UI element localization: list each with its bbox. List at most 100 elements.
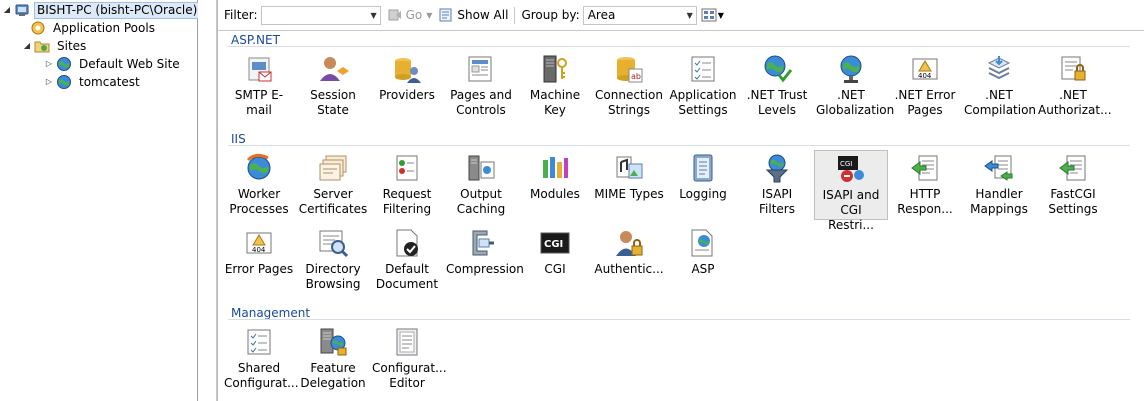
- feature-label: Pages and Controls: [450, 88, 512, 117]
- feature-delegation-icon: [320, 328, 347, 356]
- filter-label: Filter:: [224, 8, 258, 22]
- feature-mime-types[interactable]: MIME Types: [592, 152, 666, 202]
- dropdown-arrow-icon[interactable]: ▼: [718, 11, 724, 20]
- feature-worker-processes[interactable]: Worker Processes: [222, 152, 296, 217]
- feature-net-trust-levels[interactable]: .NET Trust Levels: [740, 53, 814, 118]
- feature-label: Configurat... Editor: [372, 361, 447, 390]
- group-by-value: Area: [587, 8, 616, 22]
- feature-http-response-headers[interactable]: HTTP Respon...: [888, 152, 962, 217]
- feature-error-pages[interactable]: 404 Error Pages: [222, 227, 296, 277]
- group-title-management: Management: [231, 306, 311, 320]
- feature-machine-key[interactable]: Machine Key: [518, 53, 592, 118]
- authentication-icon: [616, 231, 643, 256]
- feature-label: .NET Authorizat...: [1038, 88, 1112, 117]
- feature-label: Providers: [379, 88, 435, 102]
- fastcgi-icon: [1059, 155, 1086, 181]
- feature-net-globalization[interactable]: .NET Globalization: [814, 53, 895, 118]
- feature-label: FastCGI Settings: [1048, 187, 1098, 216]
- tree-node-default-web-site[interactable]: ▷ Default Web Site: [44, 55, 183, 73]
- feature-smtp-email[interactable]: SMTP E-mail: [222, 53, 296, 118]
- modules-icon: [543, 157, 568, 178]
- collapse-arrow-icon[interactable]: ◢: [2, 1, 12, 19]
- filter-toolbar: Filter: ▼ Go ▼ Show All Group by: Area ▼: [218, 0, 1144, 31]
- feature-asp[interactable]: ASP: [666, 227, 740, 277]
- connections-tree: ◢ BISHT-PC (bisht-PC\Oracle) Application…: [0, 0, 201, 401]
- feature-label: Default Document: [375, 262, 439, 291]
- tree-node-app-pools[interactable]: Application Pools: [28, 19, 158, 37]
- feature-pages-and-controls[interactable]: Pages and Controls: [444, 53, 518, 118]
- collapse-arrow-icon[interactable]: ◢: [22, 37, 32, 55]
- group-by-label: Group by:: [521, 8, 580, 22]
- feature-session-state[interactable]: Session State: [296, 53, 370, 118]
- dropdown-arrow-icon[interactable]: ▼: [684, 11, 696, 20]
- default-document-icon: [396, 229, 418, 257]
- output-caching-icon: [468, 155, 495, 181]
- dropdown-arrow-icon[interactable]: ▼: [368, 11, 380, 20]
- tree-node-sites[interactable]: ◢ Sites: [22, 37, 89, 55]
- feature-configuration-editor[interactable]: Configurat... Editor: [370, 326, 447, 391]
- feature-request-filtering[interactable]: Request Filtering: [370, 152, 444, 217]
- svg-text:ab: ab: [631, 72, 641, 81]
- feature-label: Request Filtering: [382, 187, 432, 216]
- feature-application-settings[interactable]: Application Settings: [666, 53, 740, 118]
- expand-arrow-icon[interactable]: ▷: [44, 73, 54, 91]
- feature-default-document[interactable]: Default Document: [370, 227, 444, 292]
- dropdown-arrow-icon[interactable]: ▼: [426, 11, 432, 20]
- isapi-filters-icon: [765, 154, 789, 183]
- feature-label: .NET Globalization: [816, 88, 895, 117]
- http-response-icon: [911, 155, 938, 181]
- tree-node-server[interactable]: ◢ BISHT-PC (bisht-PC\Oracle): [2, 1, 201, 19]
- features-view: Filter: ▼ Go ▼ Show All Group by: Area ▼: [217, 0, 1144, 401]
- feature-fastcgi-settings[interactable]: FastCGI Settings: [1036, 152, 1110, 217]
- authorization-icon: [1061, 56, 1086, 81]
- go-label: Go: [405, 8, 423, 22]
- feature-connection-strings[interactable]: ab Connection Strings: [592, 53, 666, 118]
- group-divider: [228, 145, 1130, 146]
- feature-feature-delegation[interactable]: Feature Delegation: [296, 326, 370, 391]
- pane-splitter[interactable]: [198, 0, 217, 401]
- worker-processes-icon: [246, 153, 271, 180]
- feature-cgi[interactable]: CGI CGI: [518, 227, 592, 277]
- show-all-button[interactable]: Show All: [438, 7, 508, 23]
- feature-label: Modules: [530, 187, 580, 201]
- svg-text:404: 404: [252, 246, 266, 254]
- connection-strings-icon: ab: [617, 57, 643, 83]
- feature-isapi-cgi-restrictions[interactable]: CGI ISAPI and CGI Restri...: [814, 150, 888, 232]
- filter-input[interactable]: ▼: [260, 5, 381, 25]
- feature-modules[interactable]: Modules: [518, 152, 592, 202]
- feature-logging[interactable]: Logging: [666, 152, 740, 202]
- view-button[interactable]: ▼: [701, 7, 724, 23]
- feature-label: Authentic...: [594, 262, 664, 276]
- globalization-icon: [840, 55, 862, 83]
- application-settings-icon: [691, 56, 715, 82]
- go-button[interactable]: Go ▼: [387, 7, 432, 23]
- tree-node-label: Sites: [57, 39, 87, 53]
- feature-output-caching[interactable]: Output Caching: [444, 152, 518, 217]
- tree-node-tomcatest[interactable]: ▷ tomcatest: [44, 73, 143, 91]
- feature-label: Machine Key: [529, 88, 581, 117]
- feature-label: Logging: [679, 187, 727, 201]
- feature-net-authorization[interactable]: .NET Authorizat...: [1036, 53, 1112, 118]
- feature-shared-configuration[interactable]: Shared Configurat...: [222, 326, 299, 391]
- isapi-cgi-icon: CGI: [838, 156, 864, 182]
- server-icon: [15, 4, 29, 16]
- expand-arrow-icon[interactable]: ▷: [44, 55, 54, 73]
- feature-compression[interactable]: Compression: [444, 227, 524, 277]
- feature-isapi-filters[interactable]: ISAPI Filters: [740, 152, 814, 217]
- feature-handler-mappings[interactable]: Handler Mappings: [962, 152, 1036, 217]
- feature-net-compilation[interactable]: .NET Compilation: [962, 53, 1036, 118]
- toolbar-separator: [514, 6, 516, 24]
- feature-providers[interactable]: Providers: [370, 53, 444, 103]
- smtp-email-icon: [248, 57, 272, 82]
- machine-key-icon: [543, 55, 567, 83]
- feature-directory-browsing[interactable]: Directory Browsing: [296, 227, 370, 292]
- feature-label: HTTP Respon...: [897, 187, 953, 216]
- feature-net-error-pages[interactable]: 404 .NET Error Pages: [888, 53, 962, 118]
- group-by-select[interactable]: Area ▼: [582, 5, 697, 25]
- group-title-iis: IIS: [231, 132, 246, 146]
- compression-icon: [472, 230, 494, 256]
- feature-server-certificates[interactable]: Server Certificates: [296, 152, 370, 217]
- feature-authentication[interactable]: Authentic...: [592, 227, 666, 277]
- show-all-icon: [439, 8, 452, 22]
- feature-label: Error Pages: [224, 262, 294, 276]
